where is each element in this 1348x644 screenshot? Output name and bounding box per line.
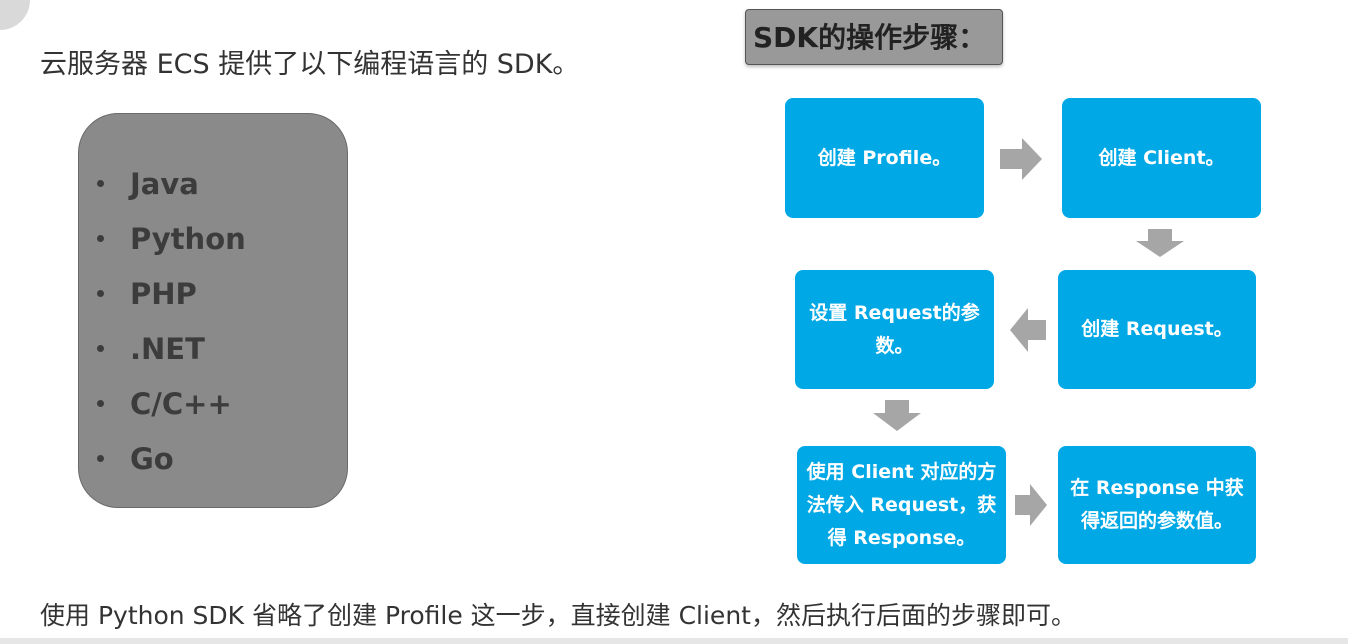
step-create-request: 创建 Request。 [1058,270,1256,389]
step-create-profile: 创建 Profile。 [785,98,984,218]
arrow-down-icon [873,400,921,431]
bullet-icon [97,455,104,462]
language-label: Go [130,441,174,476]
language-label: Java [130,166,199,201]
arrow-right-icon [1015,484,1047,526]
arrow-left-icon [1010,308,1046,352]
arrow-right-icon [1000,138,1042,180]
language-label: C/C++ [130,386,232,421]
intro-text: 云服务器 ECS 提供了以下编程语言的 SDK。 [40,49,580,80]
language-item: Python [97,211,246,266]
bullet-icon [97,235,104,242]
step-get-response-values: 在 Response 中获得返回的参数值。 [1058,446,1256,564]
corner-decoration [0,0,30,30]
language-item: PHP [97,266,246,321]
language-label: .NET [130,331,205,366]
bottom-strip [0,638,1348,644]
bottom-note: 使用 Python SDK 省略了创建 Profile 这一步，直接创建 Cli… [40,601,1076,630]
bullet-icon [97,345,104,352]
bullet-icon [97,290,104,297]
language-box: Java Python PHP .NET C/C++ Go [78,113,348,508]
language-item: .NET [97,321,246,376]
language-label: PHP [130,276,197,311]
language-item: C/C++ [97,376,246,431]
bullet-icon [97,180,104,187]
steps-title: SDK的操作步骤： [745,9,1003,65]
language-item: Go [97,431,246,486]
step-set-request-params: 设置 Request的参数。 [795,270,994,389]
language-list: Java Python PHP .NET C/C++ Go [97,156,246,486]
step-call-method: 使用 Client 对应的方法传入 Request，获得 Response。 [797,446,1006,564]
bullet-icon [97,400,104,407]
language-label: Python [130,221,246,256]
language-item: Java [97,156,246,211]
step-create-client: 创建 Client。 [1062,98,1261,218]
arrow-down-icon [1136,229,1184,257]
